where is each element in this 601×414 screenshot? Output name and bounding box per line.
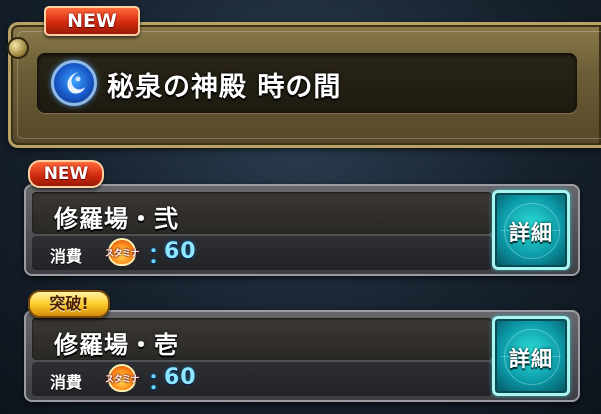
stamina-cost-bar: 消費 スタミナ ： 60 bbox=[32, 362, 492, 396]
stage-name: 修羅場・壱 bbox=[54, 331, 179, 359]
stage-row[interactable]: 修羅場・壱 消費 スタミナ ： 60 詳細 bbox=[24, 310, 580, 402]
stage-new-badge: NEW bbox=[28, 160, 104, 188]
stamina-label: スタミナ bbox=[104, 375, 140, 385]
cleared-badge: 突破! bbox=[28, 290, 110, 318]
stage-row[interactable]: 修羅場・弐 消費 スタミナ ： 60 詳細 bbox=[24, 184, 580, 276]
stage-name-bar: 修羅場・弐 bbox=[32, 192, 492, 234]
stage-name-bar: 修羅場・壱 bbox=[32, 318, 492, 360]
detail-button-label: 詳細 bbox=[509, 221, 553, 245]
new-badge: NEW bbox=[44, 6, 140, 36]
stamina-icon: スタミナ bbox=[102, 238, 142, 268]
water-orb-icon bbox=[51, 60, 97, 106]
dungeon-header-panel: 秘泉の神殿 時の間 bbox=[7, 22, 601, 148]
dungeon-title: 秘泉の神殿 時の間 bbox=[107, 72, 342, 103]
detail-button-label: 詳細 bbox=[509, 347, 553, 371]
detail-button[interactable]: 詳細 bbox=[492, 316, 570, 396]
detail-button[interactable]: 詳細 bbox=[492, 190, 570, 270]
cost-label: 消費 bbox=[50, 373, 83, 392]
stamina-label: スタミナ bbox=[104, 249, 140, 259]
dungeon-title-bar: 秘泉の神殿 時の間 bbox=[37, 53, 577, 113]
stamina-icon: スタミナ bbox=[102, 364, 142, 394]
stamina-cost-bar: 消費 スタミナ ： 60 bbox=[32, 236, 492, 270]
cost-label: 消費 bbox=[50, 247, 83, 266]
rivet-icon bbox=[7, 37, 29, 59]
stamina-cost-value: 60 bbox=[164, 365, 197, 390]
stage-name: 修羅場・弐 bbox=[54, 205, 179, 233]
stamina-cost-value: 60 bbox=[164, 239, 197, 264]
